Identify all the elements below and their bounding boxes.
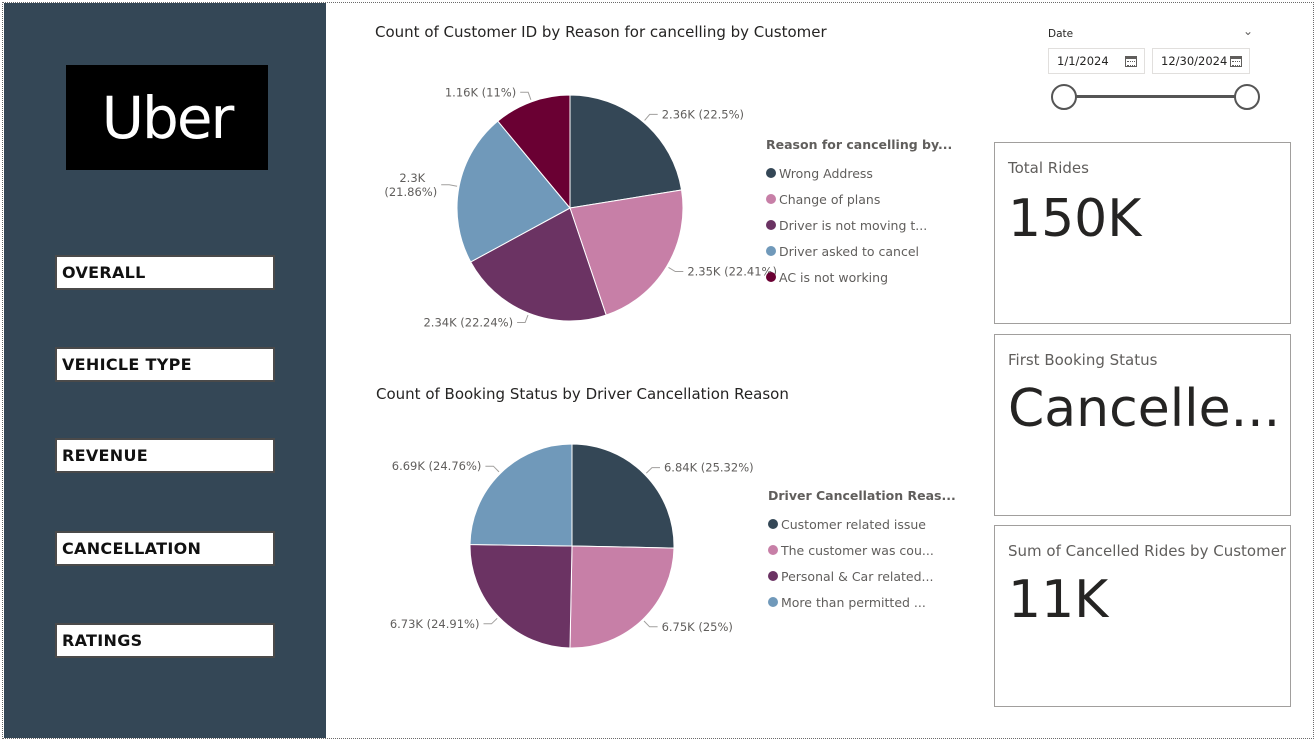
data-label: 1.16K (11%) xyxy=(445,85,516,99)
legend-title: Reason for cancelling by... xyxy=(766,137,953,152)
legend-item-label: Change of plans xyxy=(779,191,881,207)
legend-item-label: Driver is not moving t... xyxy=(779,217,928,233)
legend-dot-icon xyxy=(768,571,778,581)
nav-button-label: VEHICLE TYPE xyxy=(62,355,192,374)
leader-line xyxy=(483,617,498,625)
chart-2-legend: Driver Cancellation Reas... Customer rel… xyxy=(768,488,956,615)
pie-slice[interactable] xyxy=(571,443,675,549)
nav-button-label: CANCELLATION xyxy=(62,539,202,558)
data-label: 6.75K (25%) xyxy=(662,620,733,634)
legend-dot-icon xyxy=(766,272,776,282)
leader-line xyxy=(644,113,658,121)
legend-item[interactable]: AC is not working xyxy=(766,264,952,290)
nav-button-ratings[interactable]: RATINGS xyxy=(55,623,275,658)
legend-dot-icon xyxy=(766,246,776,256)
legend-item-label: More than permitted ... xyxy=(781,594,926,610)
date-range-start-handle[interactable] xyxy=(1051,84,1077,110)
legend-dot-icon xyxy=(766,194,776,204)
nav-button-overall[interactable]: OVERALL xyxy=(55,255,275,290)
calendar-icon[interactable] xyxy=(1230,55,1242,67)
data-label: 2.3K xyxy=(399,171,425,185)
start-date-input[interactable]: 1/1/2024 xyxy=(1048,48,1145,74)
chart-1-legend: Reason for cancelling by... Wrong Addres… xyxy=(766,137,952,290)
card-value: 11K xyxy=(1008,570,1109,630)
date-range-slider-track[interactable] xyxy=(1064,95,1247,98)
leader-line xyxy=(520,91,532,100)
leader-line xyxy=(485,465,500,473)
legend-dot-icon xyxy=(766,220,776,230)
pie-slice[interactable] xyxy=(469,443,573,547)
leader-line xyxy=(517,314,529,323)
nav-button-label: OVERALL xyxy=(62,263,146,282)
end-date-input[interactable]: 12/30/2024 xyxy=(1152,48,1250,74)
data-label: (21.86%) xyxy=(384,185,437,199)
nav-button-label: RATINGS xyxy=(62,631,143,650)
leader-line xyxy=(668,266,684,272)
leader-line xyxy=(643,620,658,628)
legend-item[interactable]: More than permitted ... xyxy=(768,589,956,615)
chart-2-title: Count of Booking Status by Driver Cancel… xyxy=(376,385,789,403)
legend-dot-icon xyxy=(768,519,778,529)
legend-item-label: Driver asked to cancel xyxy=(779,243,920,259)
pie-slice[interactable] xyxy=(569,545,675,649)
legend-item-label: Wrong Address xyxy=(779,165,873,181)
kpi-card-first-booking-status: First Booking Status Cancelle... xyxy=(994,334,1291,516)
legend-dot-icon xyxy=(768,545,778,555)
data-label: 2.36K (22.5%) xyxy=(662,107,744,121)
data-label: 2.35K (22.41%) xyxy=(687,265,777,279)
legend-dot-icon xyxy=(766,168,776,178)
card-title: Sum of Cancelled Rides by Customer xyxy=(1008,542,1287,560)
calendar-icon[interactable] xyxy=(1125,55,1137,67)
card-title: First Booking Status xyxy=(1008,351,1158,369)
legend-dot-icon xyxy=(768,597,778,607)
date-slicer-title: Date xyxy=(1048,28,1074,40)
card-value: Cancelle... xyxy=(1008,379,1281,439)
kpi-card-total-rides: Total Rides 150K xyxy=(994,142,1291,324)
legend-item[interactable]: Wrong Address xyxy=(766,160,952,186)
pie-chart-customer-cancel-reasons: 2.36K (22.5%) 2.35K (22.41%) 2.34K (22.24%… xyxy=(384,85,777,330)
legend-item-label: AC is not working xyxy=(779,269,889,285)
data-label: 6.69K (24.76%) xyxy=(392,459,482,473)
legend-item-label: The customer was cou... xyxy=(781,542,934,558)
legend-item[interactable]: The customer was cou... xyxy=(768,537,956,563)
nav-button-label: REVENUE xyxy=(62,446,148,465)
kpi-card-cancelled-by-customer: Sum of Cancelled Rides by Customer 11K xyxy=(994,525,1291,707)
end-date-value: 12/30/2024 xyxy=(1161,54,1228,68)
data-label: 6.84K (25.32%) xyxy=(664,461,754,475)
card-title: Total Rides xyxy=(1008,159,1089,177)
pie-slice[interactable] xyxy=(469,544,573,649)
chevron-down-icon[interactable]: ⌄ xyxy=(1243,24,1253,38)
legend-item-label: Customer related issue xyxy=(781,516,926,532)
data-label: 6.73K (24.91%) xyxy=(390,617,480,631)
legend-item[interactable]: Personal & Car related... xyxy=(768,563,956,589)
chart-1-title: Count of Customer ID by Reason for cance… xyxy=(375,23,827,41)
leader-line xyxy=(441,184,458,187)
leader-line xyxy=(645,467,660,474)
legend-item-label: Personal & Car related... xyxy=(781,568,934,584)
nav-button-cancellation[interactable]: CANCELLATION xyxy=(55,531,275,566)
date-range-end-handle[interactable] xyxy=(1234,84,1260,110)
logo-text: Uber xyxy=(101,83,235,152)
legend-item[interactable]: Change of plans xyxy=(766,186,952,212)
nav-button-revenue[interactable]: REVENUE xyxy=(55,438,275,473)
card-value: 150K xyxy=(1008,189,1142,249)
nav-button-vehicle-type[interactable]: VEHICLE TYPE xyxy=(55,347,275,382)
pie-chart-driver-cancel-reasons: 6.84K (25.32%) 6.75K (25%) 6.73K (24.91%) 6… xyxy=(390,443,754,649)
start-date-value: 1/1/2024 xyxy=(1057,54,1109,68)
uber-logo: Uber xyxy=(66,65,268,170)
data-label: 2.34K (22.24%) xyxy=(423,316,513,330)
legend-item[interactable]: Customer related issue xyxy=(768,511,956,537)
sidebar: Uber OVERALL VEHICLE TYPE REVENUE CANCEL… xyxy=(4,3,326,738)
legend-item[interactable]: Driver is not moving t... xyxy=(766,212,952,238)
legend-title: Driver Cancellation Reas... xyxy=(768,488,956,503)
legend-item[interactable]: Driver asked to cancel xyxy=(766,238,952,264)
